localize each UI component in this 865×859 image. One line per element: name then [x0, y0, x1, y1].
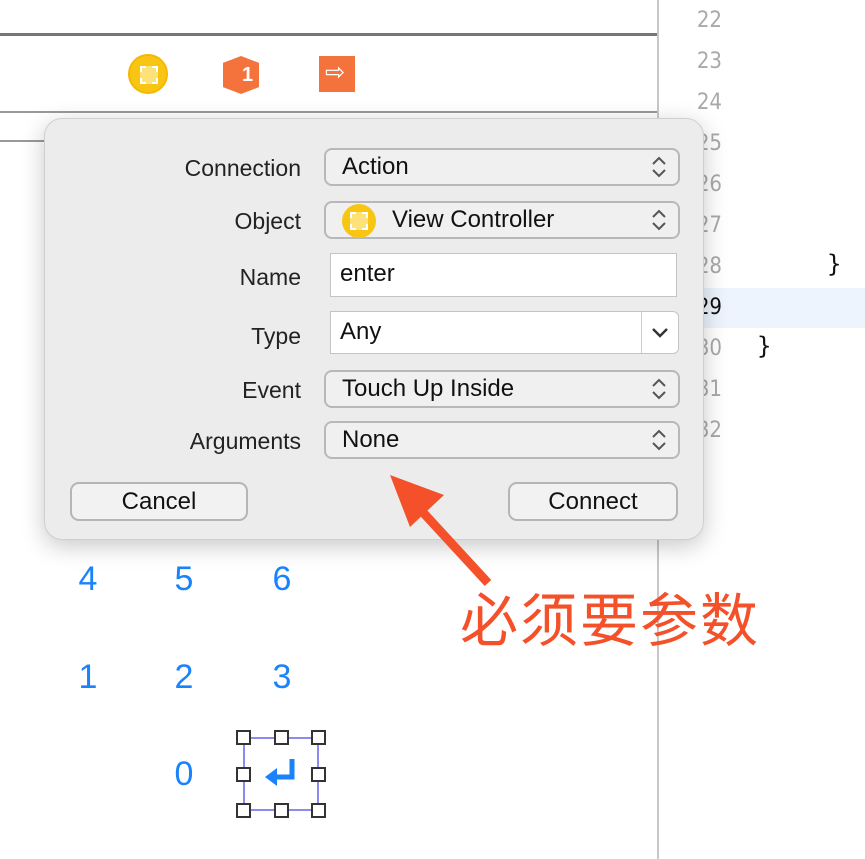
object-label: Object: [234, 208, 301, 234]
connection-label: Connection: [184, 155, 301, 181]
type-value: Any: [340, 318, 382, 345]
arguments-popup[interactable]: None: [324, 421, 680, 459]
resize-handle[interactable]: [236, 803, 251, 818]
type-combo[interactable]: Any: [330, 311, 679, 354]
name-label: Name: [239, 264, 301, 290]
line-number: 24: [696, 90, 722, 115]
enter-key-selected[interactable]: [236, 730, 326, 818]
type-label: Type: [251, 323, 301, 349]
code-brace: }: [757, 332, 772, 360]
annotation-text: 必须要参数: [460, 587, 761, 655]
chevron-down-icon: [652, 328, 668, 338]
view-controller-icon[interactable]: [128, 54, 168, 94]
event-label: Event: [242, 377, 301, 403]
resize-handle[interactable]: [274, 730, 289, 745]
connection-popup[interactable]: Action: [324, 148, 680, 186]
event-popup[interactable]: Touch Up Inside: [324, 370, 680, 408]
arguments-label: Arguments: [189, 428, 301, 454]
updown-chevron-icon: [652, 378, 666, 400]
scene-dock-bottom: [0, 111, 658, 113]
updown-chevron-icon: [652, 209, 666, 231]
key-0[interactable]: 0: [164, 755, 204, 794]
updown-chevron-icon: [652, 429, 666, 451]
line-number: 22: [696, 8, 722, 33]
resize-handle[interactable]: [311, 767, 326, 782]
object-popup[interactable]: View Controller: [324, 201, 680, 239]
key-3[interactable]: 3: [262, 658, 302, 697]
key-4[interactable]: 4: [68, 560, 108, 599]
connection-value: Action: [342, 153, 409, 180]
arguments-value: None: [342, 426, 400, 453]
resize-handle[interactable]: [311, 730, 326, 745]
connection-dialog: Connection Action Object View Controller…: [44, 118, 704, 540]
cancel-button[interactable]: Cancel: [70, 482, 248, 521]
key-1[interactable]: 1: [68, 658, 108, 697]
object-value: View Controller: [392, 206, 555, 233]
code-brace: }: [827, 250, 842, 278]
resize-handle[interactable]: [274, 803, 289, 818]
key-6[interactable]: 6: [262, 560, 302, 599]
scene-divider: [0, 33, 658, 36]
resize-handle[interactable]: [236, 730, 251, 745]
first-responder-icon[interactable]: 1: [223, 56, 259, 94]
return-arrow-icon: [265, 759, 295, 786]
event-value: Touch Up Inside: [342, 375, 515, 402]
resize-handle[interactable]: [311, 803, 326, 818]
key-2[interactable]: 2: [164, 658, 204, 697]
name-field[interactable]: enter: [330, 253, 677, 297]
line-number: 23: [696, 49, 722, 74]
type-dropdown-button[interactable]: [641, 312, 678, 353]
view-controller-icon: [342, 204, 376, 238]
resize-handle[interactable]: [236, 767, 251, 782]
updown-chevron-icon: [652, 156, 666, 178]
key-5[interactable]: 5: [164, 560, 204, 599]
exit-icon[interactable]: ⇨: [319, 56, 355, 92]
connect-button[interactable]: Connect: [508, 482, 678, 521]
